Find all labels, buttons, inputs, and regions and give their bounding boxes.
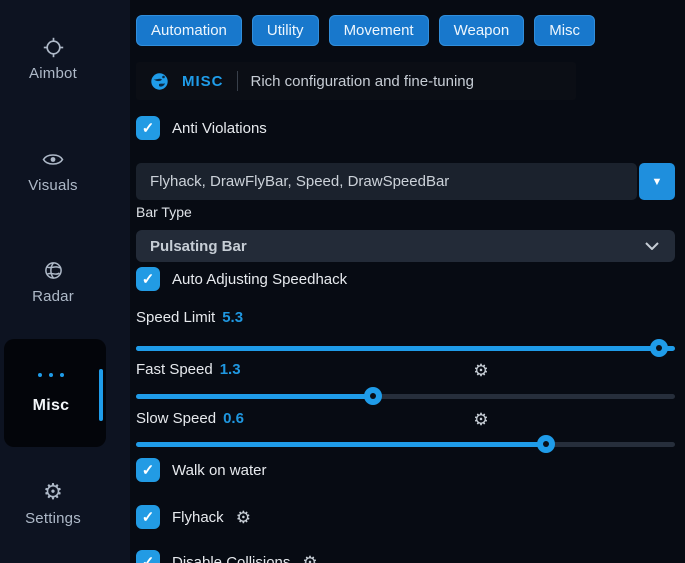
triangle-down-icon: ▼	[652, 176, 663, 188]
speed-limit-slider[interactable]	[136, 339, 675, 357]
globe-icon	[150, 72, 169, 91]
eye-icon	[42, 148, 64, 170]
sidebar-item-label: Misc	[4, 397, 98, 415]
checkbox-walk-on-water[interactable]: ✓ Walk on water	[136, 458, 266, 482]
sidebar-item-aimbot[interactable]: Aimbot	[0, 36, 106, 82]
globe-icon	[42, 259, 64, 281]
fast-speed-label: Fast Speed 1.3	[136, 361, 241, 378]
bar-type-select[interactable]: Pulsating Bar	[136, 230, 675, 262]
divider	[237, 71, 238, 91]
slider-thumb[interactable]	[537, 435, 555, 453]
checkbox-label: Auto Adjusting Speedhack	[172, 271, 347, 288]
slow-speed-label: Slow Speed 0.6	[136, 410, 244, 427]
category-tabs: Automation Utility Movement Weapon Misc	[136, 15, 595, 46]
slider-thumb[interactable]	[364, 387, 382, 405]
sidebar-item-visuals[interactable]: Visuals	[0, 148, 106, 194]
checkbox-anti-violations[interactable]: ✓ Anti Violations	[136, 116, 267, 140]
speed-limit-label: Speed Limit 5.3	[136, 309, 243, 326]
tab-utility[interactable]: Utility	[252, 15, 319, 46]
checkbox-label: Anti Violations	[172, 120, 267, 137]
multiselect-value[interactable]: Flyhack, DrawFlyBar, Speed, DrawSpeedBar	[136, 163, 637, 200]
fast-speed-gear-icon[interactable]: ⚙	[472, 362, 490, 380]
slow-speed-slider[interactable]	[136, 435, 675, 453]
chevron-down-icon	[645, 242, 659, 250]
fast-speed-value: 1.3	[220, 361, 241, 378]
checkbox-checked-icon[interactable]: ✓	[136, 458, 160, 482]
sidebar-item-label: Aimbot	[29, 65, 77, 82]
section-header: MISC Rich configuration and fine-tuning	[136, 62, 576, 100]
dropdown-button[interactable]: ▼	[639, 163, 675, 200]
checkbox-checked-icon[interactable]: ✓	[136, 267, 160, 291]
slow-speed-value: 0.6	[223, 410, 244, 427]
sidebar-item-misc[interactable]: Misc	[4, 339, 106, 447]
checkbox-label: Disable Collisions	[172, 554, 290, 563]
tab-weapon[interactable]: Weapon	[439, 15, 525, 46]
sidebar-item-label: Radar	[32, 288, 74, 305]
tab-misc[interactable]: Misc	[534, 15, 595, 46]
slow-speed-gear-icon[interactable]: ⚙	[472, 411, 490, 429]
section-subtitle: Rich configuration and fine-tuning	[251, 73, 474, 90]
crosshair-icon	[42, 36, 64, 58]
cheat-menu-window: Aimbot Visuals Radar	[0, 0, 685, 563]
fast-speed-slider[interactable]	[136, 387, 675, 405]
speed-limit-value: 5.3	[222, 309, 243, 326]
section-title: MISC	[182, 73, 224, 90]
sidebar-item-label: Visuals	[28, 177, 77, 194]
checkbox-auto-adjusting-speedhack[interactable]: ✓ Auto Adjusting Speedhack	[136, 267, 347, 291]
tab-automation[interactable]: Automation	[136, 15, 242, 46]
active-indicator	[99, 369, 103, 421]
flags-multiselect[interactable]: Flyhack, DrawFlyBar, Speed, DrawSpeedBar…	[136, 163, 675, 200]
checkbox-checked-icon[interactable]: ✓	[136, 505, 160, 529]
checkbox-checked-icon[interactable]: ✓	[136, 116, 160, 140]
checkbox-label: Walk on water	[172, 462, 266, 479]
gear-icon: ⚙	[42, 481, 64, 503]
checkbox-label: Flyhack	[172, 509, 224, 526]
select-value: Pulsating Bar	[150, 238, 645, 255]
ellipsis-icon	[4, 373, 98, 377]
tab-movement[interactable]: Movement	[329, 15, 429, 46]
sidebar-item-radar[interactable]: Radar	[0, 259, 106, 305]
sidebar-item-label: Settings	[25, 510, 81, 527]
checkbox-flyhack[interactable]: ✓ Flyhack ⚙	[136, 505, 251, 529]
flyhack-gear-icon[interactable]: ⚙	[236, 509, 251, 526]
checkbox-checked-icon[interactable]: ✓	[136, 550, 160, 563]
disable-collisions-gear-icon[interactable]: ⚙	[302, 554, 317, 563]
checkbox-disable-collisions[interactable]: ✓ Disable Collisions ⚙	[136, 550, 318, 563]
sidebar-item-settings[interactable]: ⚙ Settings	[0, 481, 106, 527]
slider-thumb[interactable]	[650, 339, 668, 357]
bar-type-label: Bar Type	[136, 204, 192, 220]
sidebar: Aimbot Visuals Radar	[0, 0, 130, 563]
